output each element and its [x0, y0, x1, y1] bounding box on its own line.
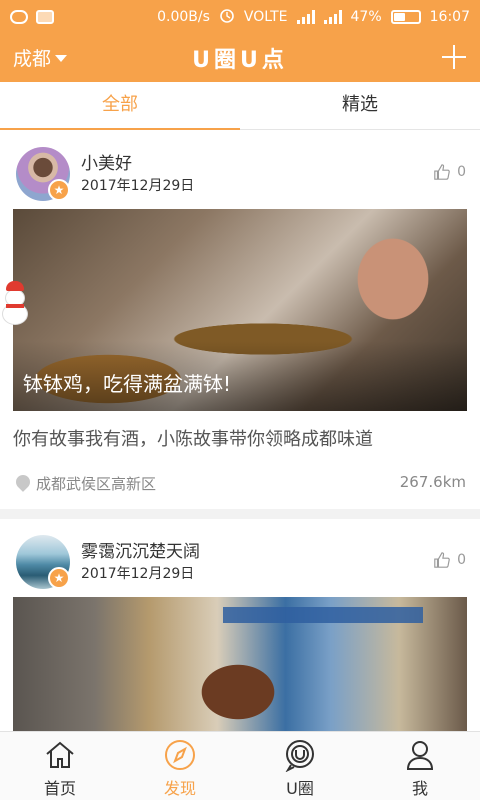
post-date: 2017年12月29日	[81, 566, 195, 582]
tab-all[interactable]: 全部	[0, 82, 240, 130]
nav-home[interactable]: 首页	[0, 732, 120, 800]
location-pin-icon	[16, 475, 30, 493]
nav-label: 我	[411, 779, 428, 798]
app-header: 成都 U圈U点	[0, 33, 480, 82]
feed-list[interactable]: ★ 小美好 2017年12月29日 0 钵钵鸡，吃得满盆满钵! 你有故事我有酒，…	[0, 131, 480, 731]
signal-icon-2	[323, 9, 342, 24]
wechat-icon	[10, 9, 28, 24]
like-count: 0	[457, 164, 466, 180]
city-label: 成都	[13, 48, 52, 70]
compass-icon	[165, 740, 195, 770]
alarm-icon	[219, 7, 235, 27]
star-icon: ★	[48, 179, 70, 201]
divider	[0, 509, 480, 519]
plus-icon[interactable]	[442, 45, 466, 69]
like-count: 0	[457, 552, 466, 568]
clock: 16:07	[429, 8, 470, 25]
nav-discover[interactable]: 发现	[120, 732, 240, 800]
post-header: ★ 小美好 2017年12月29日 0	[0, 131, 480, 209]
post-image[interactable]: 钵钵鸡，吃得满盆满钵!	[13, 209, 467, 411]
bottom-nav: 首页 发现 U圈 我	[0, 731, 480, 800]
star-icon: ★	[48, 567, 70, 589]
user-name[interactable]: 小美好	[81, 149, 132, 174]
thumbs-up-icon	[434, 552, 450, 568]
post-description: 你有故事我有酒，小陈故事带你领略成都味道	[13, 429, 373, 450]
tab-bar: 全部 精选	[0, 82, 480, 130]
battery-percent: 47%	[350, 8, 382, 25]
city-selector[interactable]: 成都	[13, 44, 68, 71]
distance: 267.6km	[399, 473, 466, 491]
location: 成都武侯区高新区	[16, 473, 156, 494]
status-bar: 0.00B/s VOLTE 47% 16:07	[0, 0, 480, 33]
nav-u-circle[interactable]: U圈	[240, 732, 360, 800]
location-label: 成都武侯区高新区	[36, 475, 157, 493]
like-button[interactable]: 0	[433, 551, 466, 569]
profile-icon	[406, 741, 434, 770]
post-meta: 成都武侯区高新区 267.6km	[0, 461, 480, 509]
nav-label: 发现	[163, 779, 196, 798]
net-speed: 0.00B/s	[157, 8, 210, 25]
tab-featured[interactable]: 精选	[240, 82, 480, 129]
snowman-icon[interactable]	[0, 281, 30, 325]
feed-post[interactable]: ★ 雾霭沉沉楚天阔 2017年12月29日 0	[0, 519, 480, 731]
volte-label: VOLTE	[243, 8, 288, 25]
nav-me[interactable]: 我	[360, 732, 480, 800]
post-header: ★ 雾霭沉沉楚天阔 2017年12月29日 0	[0, 519, 480, 597]
post-date: 2017年12月29日	[81, 178, 195, 194]
status-left	[10, 9, 54, 24]
like-button[interactable]: 0	[433, 163, 466, 181]
status-right: 0.00B/s VOLTE 47% 16:07	[157, 7, 470, 27]
thumbs-up-icon	[434, 164, 450, 180]
nav-label: 首页	[43, 779, 76, 798]
home-icon	[46, 741, 74, 768]
image-caption: 钵钵鸡，吃得满盆满钵!	[23, 372, 232, 396]
chevron-down-icon	[55, 55, 68, 62]
nav-label: U圈	[286, 779, 314, 798]
page-title: U圈U点	[192, 47, 288, 73]
notification-icon	[36, 9, 54, 24]
battery-icon	[390, 9, 421, 24]
u-circle-icon	[285, 740, 314, 772]
feed-post[interactable]: ★ 小美好 2017年12月29日 0 钵钵鸡，吃得满盆满钵! 你有故事我有酒，…	[0, 131, 480, 519]
post-image[interactable]	[13, 597, 467, 731]
signal-icon	[296, 9, 315, 24]
user-name[interactable]: 雾霭沉沉楚天阔	[81, 537, 200, 562]
